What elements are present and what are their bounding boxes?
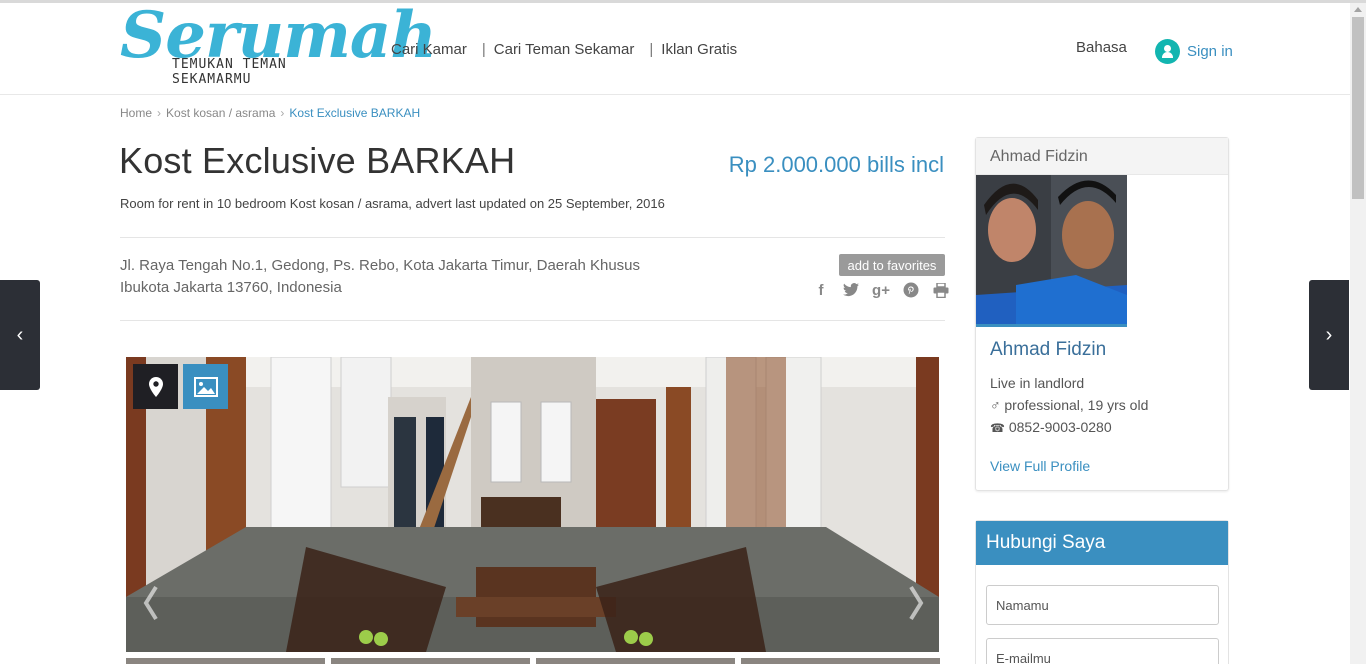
profile-card-header: Ahmad Fidzin	[976, 138, 1228, 175]
signin-label: Sign in	[1187, 43, 1233, 60]
breadcrumb-category[interactable]: Kost kosan / asrama	[166, 106, 275, 120]
share-icons: f g+	[812, 281, 950, 299]
next-listing-button[interactable]: ›	[1309, 280, 1349, 390]
map-view-button[interactable]	[133, 364, 178, 409]
contact-form-title: Hubungi Saya	[976, 521, 1228, 565]
scroll-up-icon[interactable]	[1354, 7, 1362, 12]
signin-link[interactable]: Sign in	[1155, 39, 1233, 64]
site-header: Serumah TEMUKAN TEMAN SEKAMARMU Cari Kam…	[0, 0, 1350, 95]
chevron-right-icon: ›	[157, 106, 162, 120]
site-logo[interactable]: Serumah TEMUKAN TEMAN SEKAMARMU	[120, 0, 437, 87]
previous-listing-button[interactable]: ‹	[0, 280, 40, 390]
listing-title: Kost Exclusive BARKAH	[119, 140, 516, 181]
google-plus-icon[interactable]: g+	[872, 281, 890, 299]
nav-separator: |	[481, 41, 486, 58]
owner-profile-card: Ahmad Fidzin Ahmad Fidzin Live in landlo…	[975, 137, 1229, 491]
chevron-right-icon: ›	[280, 106, 285, 120]
thumbnail[interactable]	[126, 658, 325, 664]
phone-icon: ☎	[990, 421, 1005, 435]
thumbnail[interactable]	[741, 658, 940, 664]
profile-phone-row: ☎ 0852-9003-0280	[990, 416, 1148, 439]
divider	[120, 320, 945, 321]
thumbnail[interactable]	[536, 658, 735, 664]
profile-phone: 0852-9003-0280	[1008, 419, 1112, 435]
name-field[interactable]	[986, 585, 1219, 625]
facebook-icon[interactable]: f	[812, 281, 830, 299]
language-selector[interactable]: Bahasa	[1076, 39, 1127, 56]
listing-photo[interactable]	[126, 357, 939, 652]
logo-tagline: TEMUKAN TEMAN SEKAMARMU	[172, 57, 287, 87]
pinterest-icon[interactable]	[902, 281, 920, 299]
profile-occupation: ♂ professional, 19 yrs old	[990, 397, 1149, 413]
breadcrumb-home[interactable]: Home	[120, 106, 152, 120]
profile-residency: Live in landlord	[990, 375, 1085, 391]
breadcrumb: Home › Kost kosan / asrama › Kost Exclusive …	[120, 106, 420, 120]
profile-name[interactable]: Ahmad Fidzin	[990, 339, 1106, 361]
nav-separator: |	[649, 41, 654, 58]
chevron-left-icon: ‹	[16, 323, 24, 346]
view-full-profile-link[interactable]: View Full Profile	[990, 458, 1090, 474]
scrollbar-thumb[interactable]	[1352, 17, 1364, 199]
profile-photo[interactable]	[976, 175, 1127, 327]
nav-iklan-gratis[interactable]: Iklan Gratis	[661, 41, 737, 58]
listing-description: Room for rent in 10 bedroom Kost kosan /…	[120, 196, 665, 211]
add-to-favorites-button[interactable]: add to favorites	[839, 254, 945, 276]
breadcrumb-current[interactable]: Kost Exclusive BARKAH	[289, 106, 420, 120]
contact-form-card: Hubungi Saya	[975, 520, 1229, 664]
twitter-icon[interactable]	[842, 281, 860, 299]
listing-address: Jl. Raya Tengah No.1, Gedong, Ps. Rebo, …	[120, 257, 641, 296]
profile-info: Live in landlord ♂ professional, 19 yrs …	[990, 372, 1148, 439]
print-icon[interactable]	[932, 281, 950, 299]
image-icon	[193, 376, 218, 397]
divider	[120, 237, 945, 238]
user-icon	[1155, 39, 1180, 64]
page-scrollbar[interactable]	[1350, 3, 1366, 664]
nav-cari-teman-sekamar[interactable]: Cari Teman Sekamar	[494, 41, 635, 58]
nav-cari-kamar[interactable]: Cari Kamar	[391, 41, 467, 58]
main-nav: Cari Kamar | Cari Teman Sekamar | Iklan …	[391, 41, 737, 58]
photo-thumbnails	[126, 658, 940, 664]
chevron-right-icon: ›	[1325, 323, 1333, 346]
map-pin-icon	[148, 376, 163, 397]
email-field[interactable]	[986, 638, 1219, 664]
gallery-view-button[interactable]	[183, 364, 228, 409]
thumbnail[interactable]	[331, 658, 530, 664]
listing-price: Rp 2.000.000 bills incl	[728, 152, 944, 177]
